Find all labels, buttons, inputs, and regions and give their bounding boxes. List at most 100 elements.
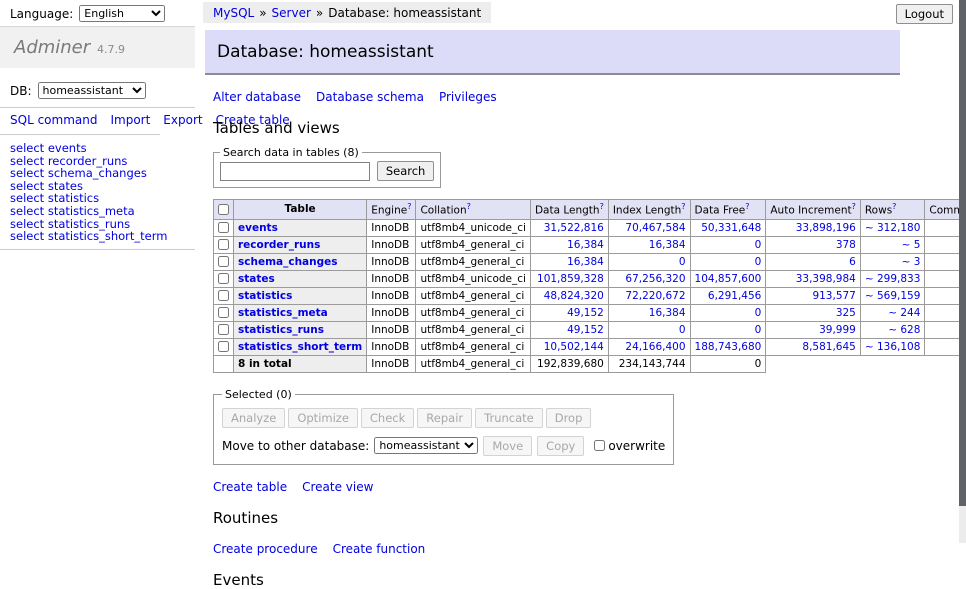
index-length-link[interactable]: 24,166,400 <box>625 341 685 353</box>
language-select[interactable]: English <box>79 5 165 22</box>
auto-increment-link[interactable]: 39,999 <box>819 324 856 336</box>
data-length-link[interactable]: 10,502,144 <box>544 341 604 353</box>
data-length-link[interactable]: 49,152 <box>567 307 604 319</box>
row-select-checkbox[interactable] <box>218 273 229 284</box>
data-length-link[interactable]: 16,384 <box>567 256 604 268</box>
data-free-link[interactable]: 0 <box>755 239 762 251</box>
table-name-link[interactable]: statistics_short_term <box>238 341 362 353</box>
index-length-link[interactable]: 72,220,672 <box>625 290 685 302</box>
auto-increment-link[interactable]: 913,577 <box>812 290 855 302</box>
index-length-link[interactable]: 70,467,584 <box>625 222 685 234</box>
sidebar-table-link[interactable]: select schema_changes <box>10 167 195 180</box>
truncate-button[interactable]: Truncate <box>475 408 543 428</box>
rows-link[interactable]: ~ 569,159 <box>865 290 921 302</box>
move-db-select[interactable]: homeassistant <box>374 437 478 454</box>
column-help-link[interactable]: ? <box>892 202 896 211</box>
data-free-link[interactable]: 0 <box>755 307 762 319</box>
column-help-link[interactable]: ? <box>745 202 749 211</box>
auto-increment-link[interactable]: 6 <box>849 256 856 268</box>
row-select-checkbox[interactable] <box>218 341 229 352</box>
check-button[interactable]: Check <box>361 408 414 428</box>
table-name-link[interactable]: statistics_meta <box>238 307 328 319</box>
auto-increment-link[interactable]: 378 <box>836 239 856 251</box>
routine-link[interactable]: Create function <box>333 542 426 556</box>
search-input[interactable] <box>220 162 370 181</box>
repair-button[interactable]: Repair <box>417 408 472 428</box>
sidebar-table-link[interactable]: select statistics_meta <box>10 205 195 218</box>
index-length-link[interactable]: 0 <box>679 256 686 268</box>
row-select-checkbox[interactable] <box>218 307 229 318</box>
sidebar-table-link[interactable]: select events <box>10 142 195 155</box>
logout-button[interactable]: Logout <box>896 4 953 24</box>
rows-link[interactable]: ~ 299,833 <box>865 273 921 285</box>
column-help-link[interactable]: ? <box>467 202 471 211</box>
breadcrumb-link[interactable]: MySQL <box>213 6 254 20</box>
scrollbar-thumb[interactable] <box>959 0 966 506</box>
overwrite-checkbox[interactable] <box>594 440 605 451</box>
rows-link[interactable]: ~ 136,108 <box>865 341 921 353</box>
db-action-link[interactable]: Privileges <box>439 90 497 104</box>
data-length-link[interactable]: 31,522,816 <box>544 222 604 234</box>
column-help-link[interactable]: ? <box>681 202 685 211</box>
auto-increment-link[interactable]: 8,581,645 <box>802 341 855 353</box>
rows-link[interactable]: ~ 628 <box>888 324 920 336</box>
search-button[interactable]: Search <box>377 161 435 181</box>
db-action-link[interactable]: Database schema <box>316 90 424 104</box>
select-all-checkbox[interactable] <box>218 204 229 215</box>
column-help-link[interactable]: ? <box>407 202 411 211</box>
auto-increment-link[interactable]: 33,398,984 <box>796 273 856 285</box>
copy-button[interactable]: Copy <box>537 436 584 456</box>
data-length-link[interactable]: 49,152 <box>567 324 604 336</box>
create-link[interactable]: Create table <box>213 480 287 494</box>
create-link[interactable]: Create view <box>302 480 373 494</box>
data-free-link[interactable]: 6,291,456 <box>708 290 761 302</box>
rows-link[interactable]: ~ 312,180 <box>865 222 921 234</box>
table-name-link[interactable]: recorder_runs <box>238 239 320 251</box>
rows-link[interactable]: ~ 244 <box>888 307 920 319</box>
row-select-checkbox[interactable] <box>218 256 229 267</box>
row-select-checkbox[interactable] <box>218 324 229 335</box>
routine-link[interactable]: Create procedure <box>213 542 318 556</box>
column-help-link[interactable]: ? <box>600 202 604 211</box>
data-free-link[interactable]: 104,857,600 <box>695 273 762 285</box>
data-free-link[interactable]: 0 <box>755 324 762 336</box>
data-free-link[interactable]: 0 <box>755 256 762 268</box>
db-label: DB: <box>10 84 32 98</box>
row-select-checkbox[interactable] <box>218 239 229 250</box>
data-length-link[interactable]: 16,384 <box>567 239 604 251</box>
index-length-link[interactable]: 16,384 <box>649 307 686 319</box>
table-name-link[interactable]: schema_changes <box>238 256 338 268</box>
optimize-button[interactable]: Optimize <box>288 408 358 428</box>
auto-increment-link[interactable]: 33,898,196 <box>796 222 856 234</box>
data-length-link[interactable]: 101,859,328 <box>537 273 604 285</box>
data-free-link[interactable]: 188,743,680 <box>695 341 762 353</box>
sidebar-action-link[interactable]: SQL command <box>10 113 97 127</box>
table-name-link[interactable]: statistics <box>238 290 292 302</box>
table-name-link[interactable]: statistics_runs <box>238 324 324 336</box>
row-select-checkbox[interactable] <box>218 222 229 233</box>
index-length-link[interactable]: 0 <box>679 324 686 336</box>
table-name-link[interactable]: states <box>238 273 275 285</box>
move-button[interactable]: Move <box>483 436 532 456</box>
auto-increment-link[interactable]: 325 <box>836 307 856 319</box>
index-length-link[interactable]: 67,256,320 <box>625 273 685 285</box>
cell-engine: InnoDB <box>367 270 416 287</box>
rows-link[interactable]: ~ 5 <box>902 239 921 251</box>
db-select[interactable]: homeassistant <box>38 82 146 99</box>
rows-link[interactable]: ~ 3 <box>902 256 921 268</box>
db-action-link[interactable]: Alter database <box>213 90 301 104</box>
selected-buttons-row: AnalyzeOptimizeCheckRepairTruncateDrop <box>222 408 665 428</box>
sidebar-action-link[interactable]: Import <box>110 113 150 127</box>
data-free-link[interactable]: 50,331,648 <box>701 222 761 234</box>
drop-button[interactable]: Drop <box>546 408 592 428</box>
sidebar-table-link[interactable]: select statistics_short_term <box>10 230 195 243</box>
analyze-button[interactable]: Analyze <box>222 408 285 428</box>
row-select-checkbox[interactable] <box>218 290 229 301</box>
app-version-link[interactable]: 4.7.9 <box>97 43 125 56</box>
sidebar-action-link[interactable]: Export <box>163 113 202 127</box>
data-length-link[interactable]: 48,824,320 <box>544 290 604 302</box>
table-name-link[interactable]: events <box>238 222 278 234</box>
column-help-link[interactable]: ? <box>852 202 856 211</box>
breadcrumb-link[interactable]: Server <box>272 6 311 20</box>
index-length-link[interactable]: 16,384 <box>649 239 686 251</box>
